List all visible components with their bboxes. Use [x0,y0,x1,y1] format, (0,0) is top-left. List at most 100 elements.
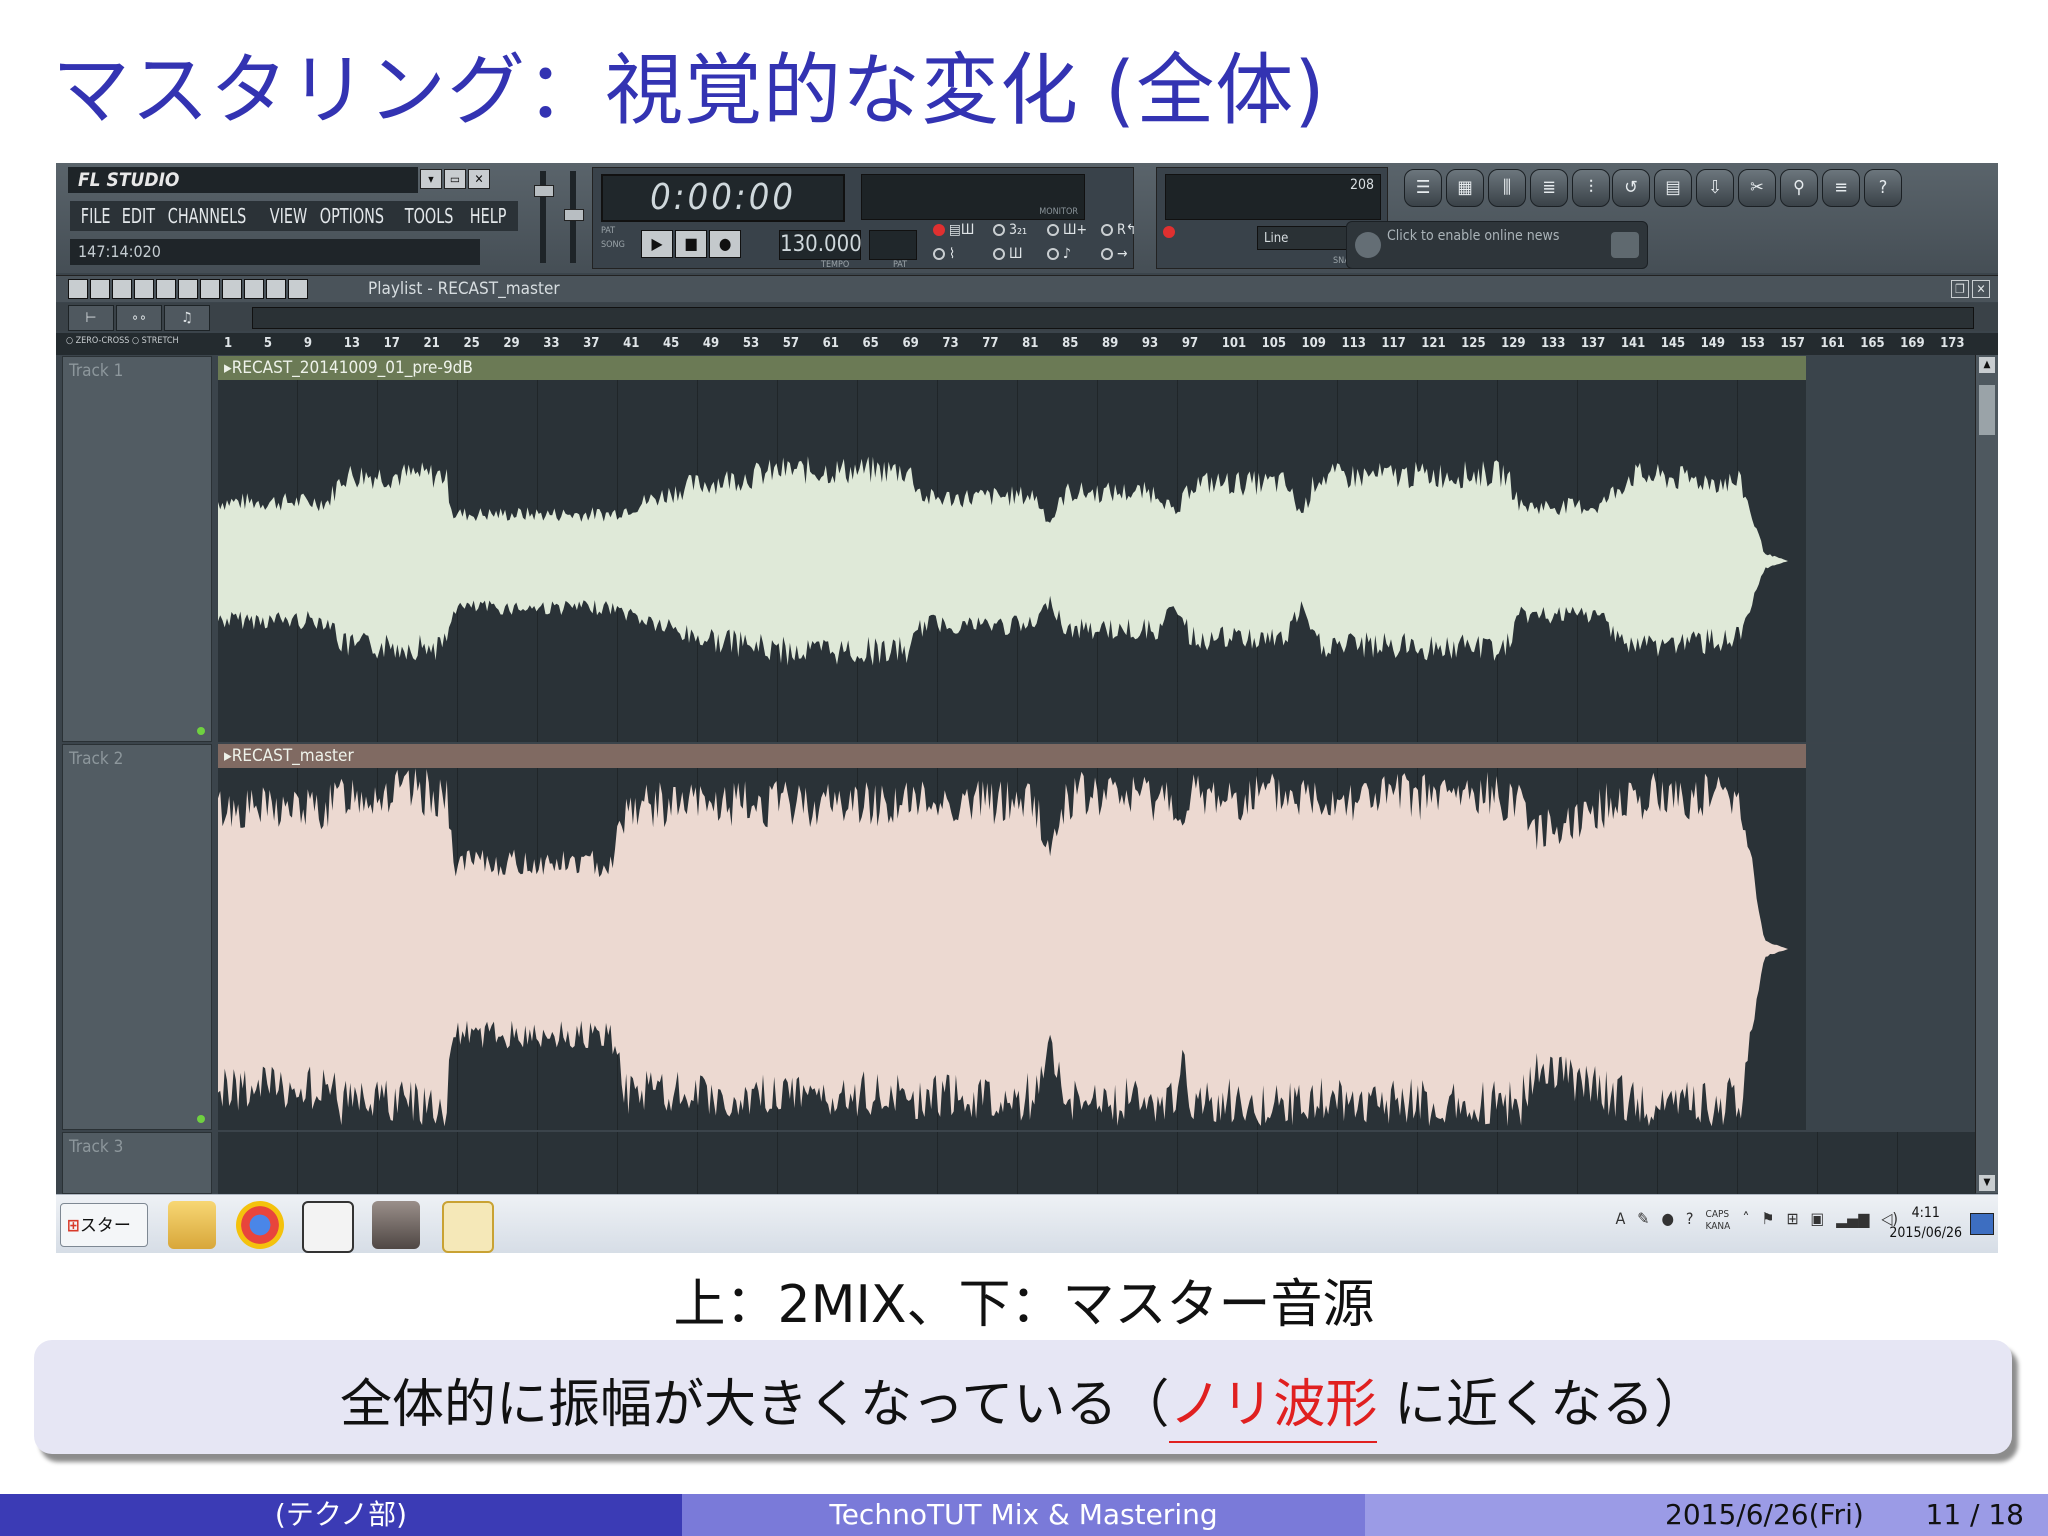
export-icon[interactable]: ⇩ [1696,169,1734,207]
chrome-icon[interactable] [236,1201,284,1249]
system-clock[interactable]: 4:11 2015/06/26 [1889,1203,1962,1243]
audio-view-icon[interactable]: ♫ [164,305,210,331]
scroll-up-icon[interactable]: ▲ [1979,357,1995,373]
draw-tool-icon[interactable] [112,279,132,299]
track-2-lane[interactable]: ▸RECAST_master [218,744,1976,1130]
undo-icon[interactable]: ↺ [1612,169,1650,207]
monitor-label: MONITOR [1039,207,1078,217]
clip-master[interactable]: ▸RECAST_master [218,744,1806,1130]
clip-master-header[interactable]: ▸RECAST_master [218,744,1806,768]
mixer-icon[interactable]: ⫶ [1572,169,1610,207]
track-1-header[interactable]: Track 1 [62,356,212,742]
rec-option-1[interactable] [1163,224,1179,240]
track-1-led[interactable] [197,727,205,735]
delete-tool-icon[interactable] [156,279,176,299]
playback-tool-icon[interactable] [288,279,308,299]
menu-view[interactable]: VIEW [265,201,312,231]
tempo-display[interactable]: 130.000 [779,230,862,260]
stop-button[interactable]: ■ [675,230,707,258]
countdown-option[interactable]: 3₂₁ [993,222,1027,238]
track-3-header[interactable]: Track 3 [62,1132,212,1194]
metronome-option[interactable]: ⌇ [933,246,955,262]
show-desktop-button[interactable] [1970,1213,1994,1235]
ruler-tick: 9 [303,336,312,351]
media-app-icon[interactable] [372,1201,420,1249]
ime-icon[interactable]: A [1615,1209,1625,1233]
piano-roll-icon[interactable]: ⫼ [1488,169,1526,207]
clip-2mix-header[interactable]: ▸RECAST_20141009_01_pre-9dB [218,356,1806,380]
zoom-icon[interactable]: ⚲ [1780,169,1818,207]
snap-select[interactable]: Line [1257,226,1347,250]
show-hidden-icons[interactable]: ˄ [1742,1209,1749,1233]
transport-panel: 0:00:00 MONITOR PAT SONG ▶ ■ ● 130.000 T… [592,167,1136,270]
playlist-menu-icon[interactable] [68,279,88,299]
select-tool-icon[interactable] [244,279,264,299]
menu-help[interactable]: HELP [465,201,511,231]
automation-view-icon[interactable]: ∘∘ [116,305,162,331]
playlist-close-icon[interactable]: ✕ [1972,280,1990,298]
master-pitch-knob[interactable] [564,209,584,221]
master-volume-knob[interactable] [534,185,554,197]
track-1-lane[interactable]: ▸RECAST_20141009_01_pre-9dB [218,356,1976,742]
footer-right: 2015/6/26(Fri) 11 / 18 [1365,1494,2048,1536]
menu-tools[interactable]: TOOLS [400,201,458,231]
blend-option[interactable]: Ш+ [1047,222,1087,238]
online-news-panel[interactable]: Click to enable online news [1346,221,1648,269]
scroll-down-icon[interactable]: ▼ [1979,1175,1995,1191]
ruler-tick: 73 [942,336,959,351]
playlist-icon[interactable]: ☰ [1404,169,1442,207]
loop-record-option[interactable]: R↰ [1101,222,1136,238]
timeline-ruler[interactable]: 1 5 9 13 17 21 25 29 33 37 41 45 49 53 57 61 65 69 73 77 81 8… [220,333,1976,355]
typing-keyboard-option[interactable]: ▤Ш [933,222,974,238]
save-icon[interactable]: ▤ [1654,169,1692,207]
step-sequencer-icon[interactable]: ▦ [1446,169,1484,207]
help-icon[interactable]: ? [1864,169,1902,207]
browser-icon[interactable]: ≣ [1530,169,1568,207]
tools-icon[interactable]: ✎ [1637,1209,1649,1233]
track-2-header[interactable]: Track 2 [62,744,212,1130]
menu-edit[interactable]: EDIT [117,201,160,231]
track-2-led[interactable] [197,1115,205,1123]
clip-2mix[interactable]: ▸RECAST_20141009_01_pre-9dB [218,356,1806,742]
zoom-tool-icon[interactable] [266,279,286,299]
pattern-view-icon[interactable]: ⊢ [68,305,114,331]
zero-cross-option[interactable]: ○ ZERO-CROSS ○ STRETCH [66,336,179,346]
device-icon[interactable]: ▣ [1810,1209,1824,1233]
horizontal-scrollbar[interactable] [252,307,1974,329]
menu-channels[interactable]: CHANNELS [163,201,251,231]
help-tray-icon[interactable]: ? [1686,1209,1694,1233]
scroll-option[interactable]: → [1101,246,1128,262]
mute-tool-icon[interactable] [178,279,198,299]
menu-down-icon[interactable]: ▾ [420,169,442,189]
notes-icon[interactable]: ≡ [1822,169,1860,207]
play-button[interactable]: ▶ [641,230,673,258]
slice-tool-icon[interactable] [222,279,242,299]
download-icon[interactable] [1611,232,1639,258]
cut-icon[interactable]: ✂ [1738,169,1776,207]
scroll-thumb[interactable] [1979,385,1995,435]
image-app-icon[interactable] [442,1201,494,1253]
fl-studio-taskbar-icon[interactable] [302,1201,354,1253]
signal-icon[interactable]: ▂▄▆ [1836,1209,1869,1233]
flag-icon[interactable]: ⚑ [1762,1209,1775,1233]
network-app-icon[interactable]: ● [1661,1209,1674,1233]
record-button[interactable]: ● [709,230,741,258]
close-icon[interactable]: ✕ [468,169,490,189]
vertical-scrollbar[interactable]: ▲ ▼ [1975,355,1998,1193]
menu-options[interactable]: OPTIONS [315,201,389,231]
track-3-lane[interactable] [218,1132,1976,1194]
magnet-icon[interactable] [90,279,110,299]
pattern-display[interactable] [869,230,917,260]
slip-tool-icon[interactable] [200,279,220,299]
explorer-icon[interactable] [168,1201,216,1249]
restore-icon[interactable]: ❐ [1951,280,1969,298]
wait-option[interactable]: Ш [993,246,1022,262]
paint-tool-icon[interactable] [134,279,154,299]
menu-file[interactable]: FILE [76,201,115,231]
start-button[interactable]: ⊞スタート [60,1203,148,1247]
minimize-icon[interactable]: ▭ [444,169,466,189]
windows-icon[interactable]: ⊞ [1786,1209,1798,1233]
ruler-tick: 125 [1461,336,1486,351]
waveform-2mix-svg [218,456,1788,666]
step-edit-option[interactable]: ♪ [1047,246,1071,262]
